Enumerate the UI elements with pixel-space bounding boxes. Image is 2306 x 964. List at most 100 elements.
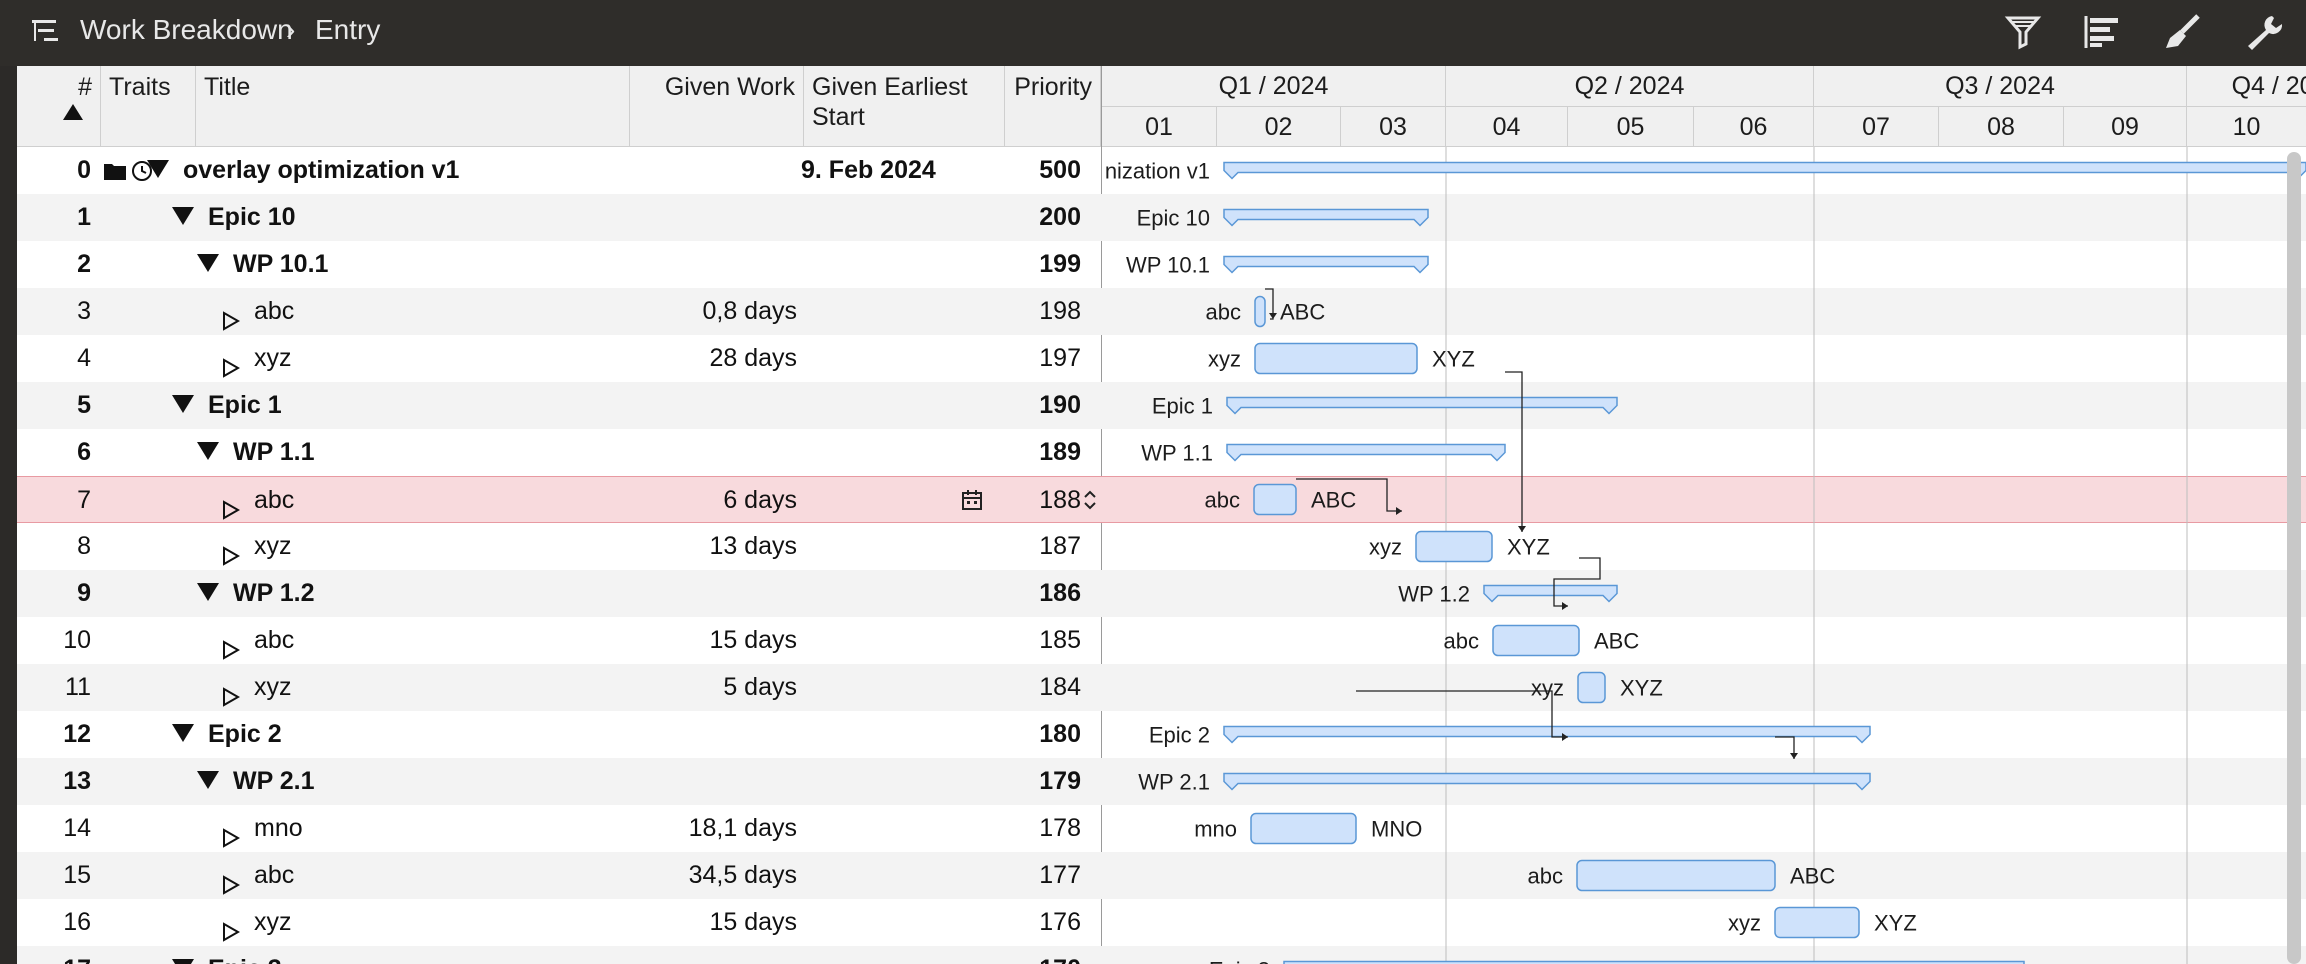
row-num-text: 12	[63, 720, 91, 748]
row-given-start	[801, 946, 1001, 964]
row-title[interactable]: abc	[222, 617, 294, 664]
row-title[interactable]: Epic 2	[172, 711, 282, 758]
summary-bar[interactable]	[1223, 255, 1429, 274]
row-priority: 500	[1007, 147, 1081, 194]
summary-bar[interactable]	[1223, 725, 1871, 744]
column-header-num[interactable]: #	[17, 66, 101, 146]
task-bar[interactable]	[1492, 624, 1580, 657]
column-header-traits[interactable]: Traits	[101, 66, 196, 146]
timeline-month: 03	[1341, 106, 1446, 146]
column-header-priority[interactable]: Priority	[1005, 66, 1101, 146]
task-bar[interactable]	[1254, 342, 1418, 375]
disclosure-expanded-icon[interactable]	[172, 395, 194, 414]
disclosure-expanded-icon[interactable]	[197, 254, 219, 273]
disclosure-collapsed-icon[interactable]	[222, 911, 241, 943]
resource-label: XYZ	[1507, 535, 1550, 560]
filter-icon[interactable]	[2002, 12, 2046, 52]
row-title[interactable]: WP 1.2	[197, 570, 315, 617]
summary-bar[interactable]	[1223, 772, 1871, 791]
disclosure-collapsed-icon[interactable]	[222, 817, 241, 849]
bar-label: WP 1.2	[1398, 582, 1470, 607]
row-title[interactable]: WP 10.1	[197, 241, 328, 288]
row-title[interactable]: mno	[222, 805, 303, 852]
row-title[interactable]: Epic 3	[172, 946, 282, 964]
breadcrumb-leaf[interactable]: Entry	[315, 14, 380, 46]
row-title[interactable]: overlay optimization v1	[147, 147, 459, 194]
row-num: 12	[17, 711, 91, 758]
row-given-work: 15 days	[557, 899, 797, 946]
disclosure-expanded-icon[interactable]	[197, 583, 219, 602]
breadcrumb-root[interactable]: Work Breakdown	[80, 14, 293, 46]
row-title[interactable]: xyz	[222, 664, 292, 711]
disclosure-collapsed-icon[interactable]	[222, 864, 241, 896]
disclosure-collapsed-icon[interactable]	[222, 347, 241, 379]
summary-bar[interactable]	[1226, 443, 1506, 462]
row-num-text: 1	[77, 203, 91, 231]
row-title[interactable]: abc	[222, 477, 294, 524]
folder-icon	[104, 164, 126, 181]
disclosure-collapsed-icon[interactable]	[222, 300, 241, 332]
row-given-work: 28 days	[557, 335, 797, 382]
disclosure-collapsed-icon[interactable]	[222, 535, 241, 567]
row-title[interactable]: WP 2.1	[197, 758, 315, 805]
summary-bar[interactable]	[1483, 584, 1618, 603]
disclosure-expanded-icon[interactable]	[147, 160, 169, 179]
calendar-icon[interactable]	[961, 489, 983, 511]
column-header-given-earliest-start[interactable]: Given Earliest Start	[804, 66, 1005, 146]
row-priority: 178	[1007, 805, 1081, 852]
task-bar[interactable]	[1250, 812, 1357, 845]
gantt-view-icon[interactable]	[2082, 12, 2126, 52]
task-bar[interactable]	[1576, 859, 1776, 892]
row-title[interactable]: xyz	[222, 335, 292, 382]
disclosure-expanded-icon[interactable]	[172, 724, 194, 743]
row-title-text: Epic 1	[208, 391, 282, 419]
row-num-text: 13	[63, 767, 91, 795]
row-num: 8	[17, 523, 91, 570]
disclosure-expanded-icon[interactable]	[197, 442, 219, 461]
priority-stepper-icon[interactable]	[1083, 489, 1097, 511]
vertical-scrollbar[interactable]	[2287, 152, 2301, 964]
dependency-arrow-icon	[1562, 602, 1568, 610]
bar-label: WP 10.1	[1126, 253, 1210, 278]
disclosure-expanded-icon[interactable]	[197, 771, 219, 790]
brush-icon[interactable]	[2162, 12, 2206, 52]
disclosure-collapsed-icon[interactable]	[222, 629, 241, 661]
row-priority-text: 170	[1039, 955, 1081, 964]
wrench-icon[interactable]	[2242, 12, 2286, 52]
column-header-title[interactable]: Title	[196, 66, 630, 146]
bar-label: Epic 3	[1209, 958, 1270, 964]
row-priority: 188	[1007, 477, 1081, 524]
row-num-text: 4	[77, 344, 91, 372]
row-title[interactable]: xyz	[222, 523, 292, 570]
row-given-work	[557, 241, 797, 288]
disclosure-collapsed-icon[interactable]	[222, 489, 241, 521]
summary-bar[interactable]	[1226, 396, 1618, 415]
disclosure-expanded-icon[interactable]	[172, 207, 194, 226]
disclosure-expanded-icon[interactable]	[172, 959, 194, 964]
row-priority-text: 178	[1039, 814, 1081, 842]
task-bar[interactable]	[1415, 530, 1493, 563]
task-bar[interactable]	[1254, 295, 1266, 328]
row-num-text: 7	[77, 486, 91, 514]
summary-bar[interactable]	[1223, 208, 1429, 227]
row-title[interactable]: xyz	[222, 899, 292, 946]
row-title[interactable]: Epic 1	[172, 382, 282, 429]
task-bar[interactable]	[1577, 671, 1606, 704]
row-given-work	[557, 758, 797, 805]
row-title[interactable]: abc	[222, 288, 294, 335]
work-breakdown-icon[interactable]	[32, 18, 64, 48]
summary-bar[interactable]	[1223, 161, 2306, 180]
row-title[interactable]: Epic 10	[172, 194, 296, 241]
timeline-quarter: Q3 / 2024	[1814, 66, 2187, 106]
bar-label: xyz	[1369, 535, 1402, 560]
column-header-given-work[interactable]: Given Work	[630, 66, 804, 146]
row-title[interactable]: abc	[222, 852, 294, 899]
bar-label: abc	[1444, 629, 1479, 654]
column-header-given-start-line1: Given Earliest	[812, 73, 968, 101]
disclosure-collapsed-icon[interactable]	[222, 676, 241, 708]
task-bar[interactable]	[1253, 483, 1297, 516]
resource-label: ABC	[1594, 629, 1639, 654]
task-bar[interactable]	[1774, 906, 1860, 939]
row-title[interactable]: WP 1.1	[197, 429, 315, 476]
row-priority-text: 189	[1039, 438, 1081, 466]
